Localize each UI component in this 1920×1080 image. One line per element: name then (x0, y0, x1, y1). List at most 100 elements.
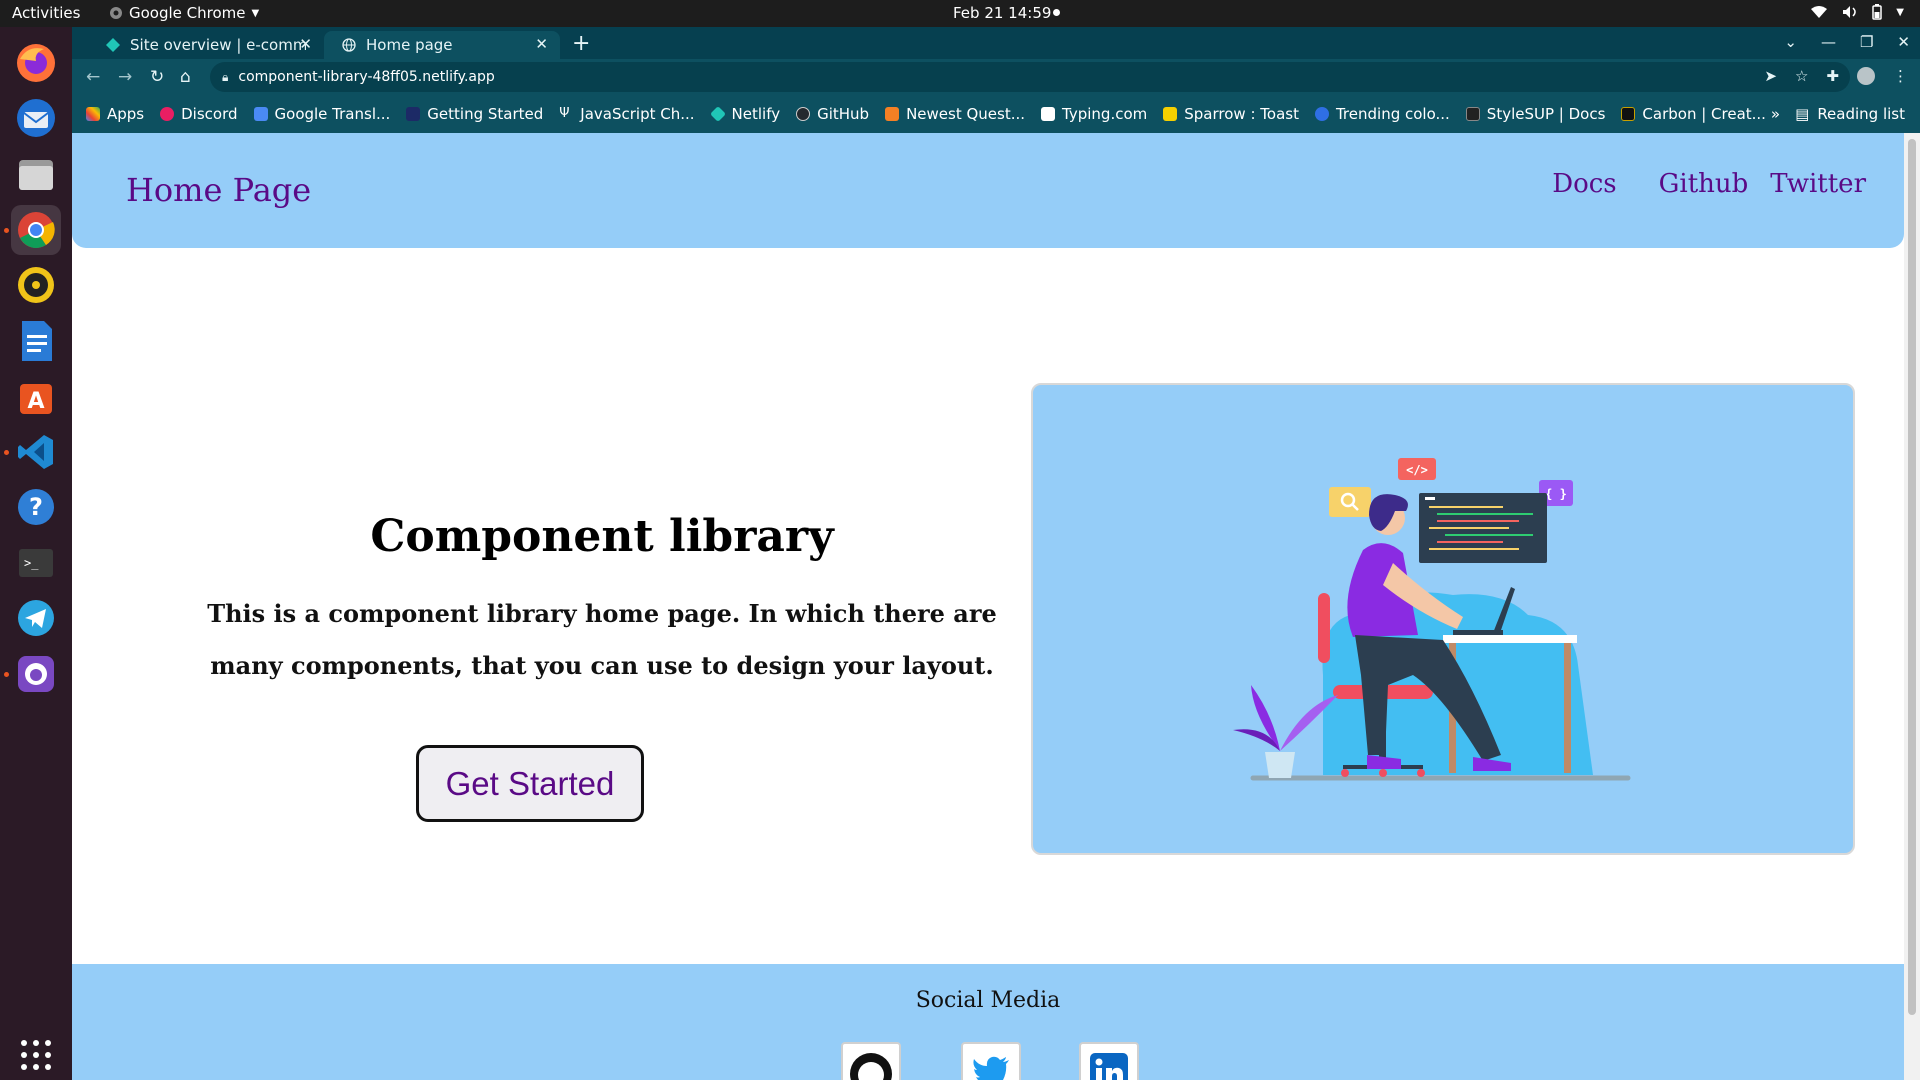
developer-illustration: </> { } (1233, 458, 1631, 781)
site-footer: Social Media (72, 964, 1904, 1080)
new-tab-button[interactable]: + (572, 31, 590, 56)
vscode-running-indicator (4, 450, 9, 455)
send-icon[interactable]: ➤ (1764, 67, 1777, 85)
page-viewport: Home Page Docs Github Twitter Component … (72, 133, 1904, 1080)
globe-favicon-icon (342, 38, 356, 52)
clock[interactable]: Feb 21 14:59 (953, 4, 1051, 22)
extensions-icon[interactable]: ✚ (1826, 67, 1839, 85)
vscode-icon[interactable] (11, 427, 61, 477)
help-icon[interactable]: ? (11, 482, 61, 532)
carbon-icon (1621, 107, 1636, 121)
bookmark-getting-started[interactable]: Getting Started (406, 105, 543, 123)
google-translate-icon (253, 107, 268, 121)
close-tab-icon[interactable]: ✕ (535, 35, 548, 53)
bookmark-stylesup[interactable]: StyleSUP | Docs (1465, 105, 1605, 123)
bookmarks-bar: Apps Discord Google Transl... Getting St… (72, 95, 1920, 133)
wifi-icon (1811, 6, 1828, 18)
terminal-icon[interactable]: >_ (11, 538, 61, 588)
bookmark-apps[interactable]: Apps (86, 105, 144, 123)
home-icon[interactable]: ⌂ (180, 67, 191, 87)
forward-icon[interactable]: → (118, 67, 132, 87)
code-tag-label: </> (1406, 463, 1428, 477)
app-menu[interactable]: Google Chrome ▼ (109, 4, 259, 22)
bookmark-sparrow[interactable]: Sparrow : Toast (1163, 105, 1299, 123)
trending-colors-icon (1314, 107, 1329, 121)
maximize-icon[interactable]: ❐ (1860, 33, 1873, 51)
thunderbird-icon[interactable] (11, 93, 61, 143)
nav-link-github[interactable]: Github (1659, 169, 1749, 199)
bookmark-star-icon[interactable]: ☆ (1795, 67, 1808, 85)
show-applications-icon[interactable] (11, 1030, 61, 1080)
lock-icon[interactable]: 🔒︎ (222, 70, 228, 85)
social-link-twitter[interactable] (961, 1042, 1021, 1080)
bookmark-javascript[interactable]: Ψ JavaScript Ch... (559, 105, 694, 123)
toolbar-actions: ➤ ☆ ✚ ⋮ (1764, 67, 1908, 85)
battery-icon (1872, 4, 1883, 20)
activities-button[interactable]: Activities (12, 4, 80, 22)
github-desktop-running-indicator (4, 672, 9, 677)
scrollbar-thumb[interactable] (1908, 139, 1916, 1015)
address-bar[interactable]: 🔒︎ component-library-48ff05.netlify.app (210, 62, 1850, 92)
bookmark-trending-colors[interactable]: Trending colo... (1314, 105, 1450, 123)
tab-site-overview[interactable]: Site overview | e-commer ✕ (88, 31, 324, 59)
apps-grid-icon (86, 107, 100, 121)
minimize-icon[interactable]: — (1821, 33, 1836, 51)
page-scrollbar[interactable] (1904, 133, 1920, 1080)
tab-home-page[interactable]: Home page ✕ (324, 31, 560, 59)
volume-icon (1843, 6, 1857, 18)
tab-search-icon[interactable]: ⌄ (1784, 33, 1797, 51)
system-top-bar: Activities Google Chrome ▼ Feb 21 14:59 … (0, 0, 1920, 27)
netlify-icon (709, 106, 726, 122)
url-text: component-library-48ff05.netlify.app (238, 69, 495, 85)
social-link-linkedin[interactable] (1079, 1042, 1139, 1080)
twitter-icon (973, 1056, 1009, 1080)
hero-illustration-card: </> { } (1031, 383, 1855, 855)
tab-title: Site overview | e-commer (130, 36, 306, 54)
nav-link-twitter[interactable]: Twitter (1770, 169, 1866, 199)
chrome-small-icon (110, 7, 122, 19)
tab-title: Home page (366, 36, 453, 54)
telegram-icon[interactable] (11, 593, 61, 643)
github-icon (850, 1053, 892, 1080)
bookmark-github[interactable]: GitHub (796, 105, 869, 123)
firefox-icon[interactable] (11, 38, 61, 88)
bookmark-typing[interactable]: Typing.com (1041, 105, 1147, 123)
close-tab-icon[interactable]: ✕ (299, 35, 312, 53)
system-tray[interactable]: ▼ (1810, 4, 1904, 20)
braces-label: { } (1545, 487, 1567, 501)
application-dock: A ? >_ (0, 27, 72, 1080)
toolbar: ← → ↻ ⌂ 🔒︎ component-library-48ff05.netl… (72, 59, 1920, 95)
back-icon[interactable]: ← (86, 67, 100, 87)
bookmark-carbon[interactable]: Carbon | Creat... (1621, 105, 1766, 123)
social-link-github[interactable] (841, 1042, 901, 1080)
reading-list-button[interactable]: ▤ Reading list (1795, 105, 1905, 123)
window-controls: ⌄ — ❐ ✕ (1784, 33, 1910, 51)
nav-link-docs[interactable]: Docs (1552, 169, 1616, 199)
menu-kebab-icon[interactable]: ⋮ (1893, 67, 1908, 85)
files-icon[interactable] (11, 149, 61, 199)
more-bookmarks-button[interactable]: » (1771, 105, 1780, 123)
chrome-icon[interactable] (11, 205, 61, 255)
caret-down-icon: ▼ (251, 7, 260, 19)
software-center-icon[interactable]: A (11, 371, 61, 421)
bookmark-google-translate[interactable]: Google Transl... (253, 105, 390, 123)
rhythmbox-icon[interactable] (11, 260, 61, 310)
notification-dot (1053, 9, 1060, 16)
github-desktop-icon[interactable] (11, 649, 61, 699)
typing-icon (1041, 107, 1056, 121)
power-menu-caret-icon: ▼ (1896, 6, 1904, 18)
bookmark-netlify[interactable]: Netlify (709, 105, 780, 123)
get-started-button[interactable]: Get Started (416, 745, 644, 822)
reload-icon[interactable]: ↻ (150, 67, 164, 87)
reading-list-icon: ▤ (1795, 105, 1810, 123)
libreoffice-writer-icon[interactable] (11, 316, 61, 366)
stackoverflow-icon (885, 107, 900, 121)
bookmark-discord[interactable]: Discord (160, 105, 238, 123)
profile-avatar[interactable] (1857, 67, 1875, 85)
getting-started-icon (406, 107, 421, 121)
bookmark-stackoverflow[interactable]: Newest Quest... (885, 105, 1025, 123)
close-window-icon[interactable]: ✕ (1897, 33, 1910, 51)
netlify-favicon-icon (106, 38, 120, 52)
site-brand-link[interactable]: Home Page (126, 171, 311, 209)
svg-text:>_: >_ (24, 556, 39, 570)
